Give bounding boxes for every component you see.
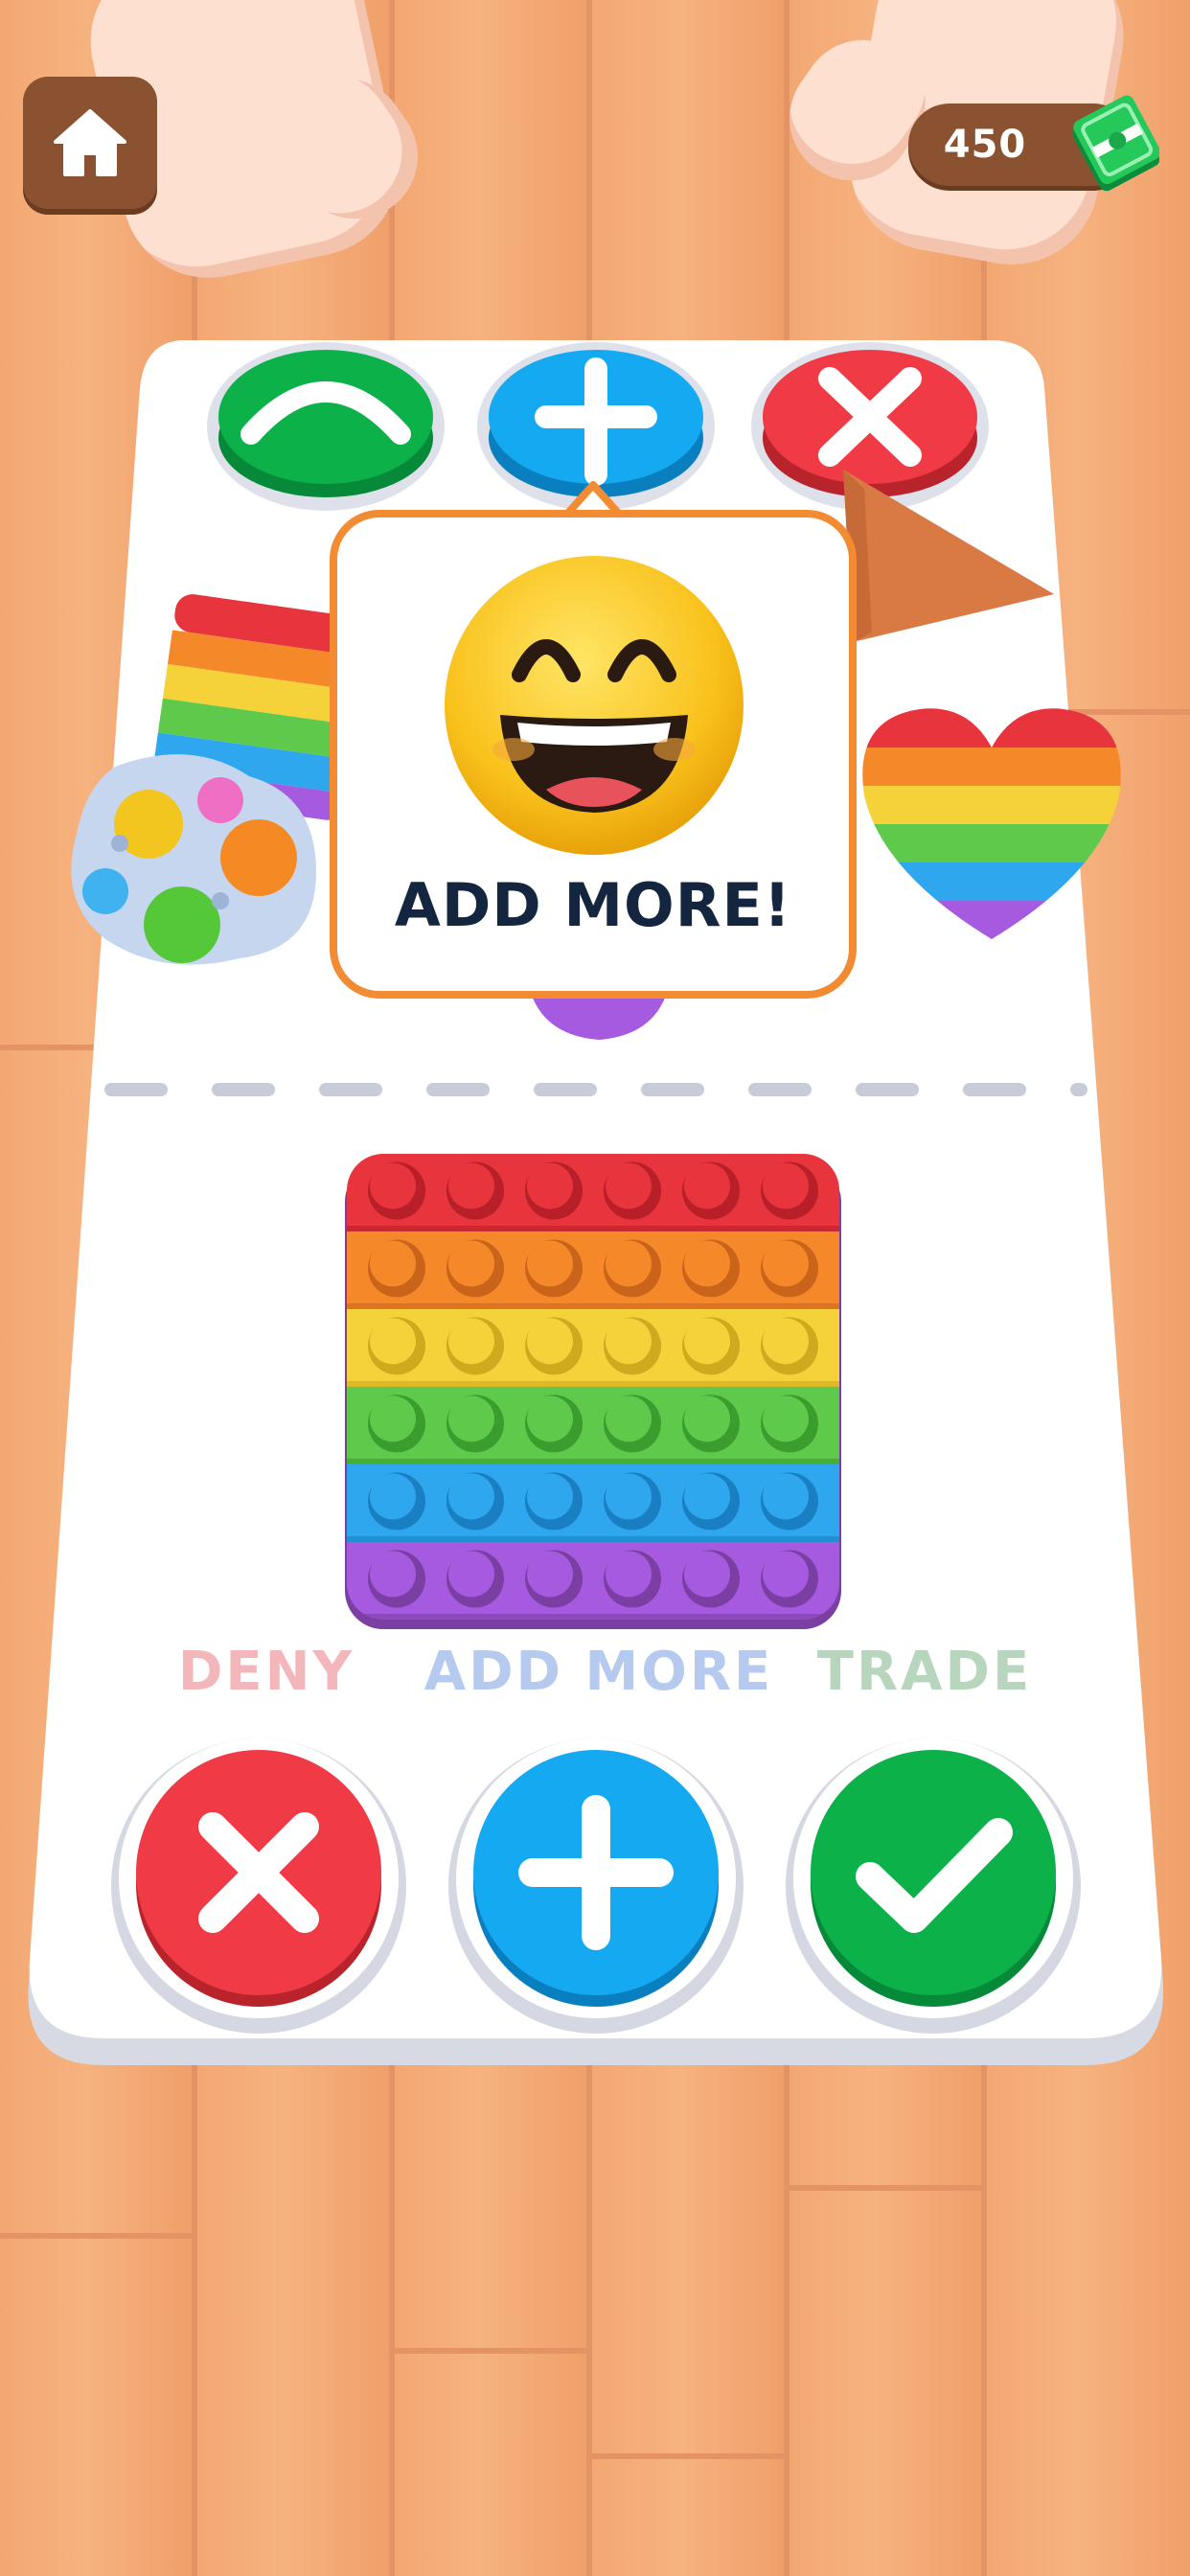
add-more-label: ADD MORE xyxy=(423,1641,774,1703)
popit-bubble-highlight xyxy=(370,1395,416,1442)
popit-row-shadow xyxy=(347,1381,839,1387)
trade-button[interactable] xyxy=(782,1733,1085,2036)
popit-bubble-highlight xyxy=(763,1162,809,1209)
popit-bubble-highlight xyxy=(606,1162,652,1209)
opponent-accept-button xyxy=(207,342,445,511)
popit-row-shadow xyxy=(347,1614,839,1620)
grinning-emoji-icon xyxy=(445,556,744,855)
popit-row-shadow xyxy=(347,1226,839,1231)
popit-bubble-highlight xyxy=(448,1395,494,1442)
popit-bubble-highlight xyxy=(684,1473,730,1520)
popit-bubble-highlight xyxy=(606,1551,652,1598)
popit-bubble-highlight xyxy=(527,1162,573,1209)
popit-bubble-highlight xyxy=(370,1551,416,1598)
floor-seam xyxy=(790,2185,987,2191)
deny-button[interactable] xyxy=(107,1733,410,2036)
popit-bubble-highlight xyxy=(684,1162,730,1209)
popit-bubble-highlight xyxy=(606,1395,652,1442)
popup-message: ADD MORE! xyxy=(394,870,792,940)
popit-bubble-highlight xyxy=(370,1318,416,1365)
popit-bubble-highlight xyxy=(370,1473,416,1520)
currency-value: 450 xyxy=(943,123,1027,167)
game-scene: ADD MORE! DENY ADD MORE TRADE 450 xyxy=(0,0,1190,2576)
popit-bubble-highlight xyxy=(763,1395,809,1442)
popit-bubble-highlight xyxy=(370,1240,416,1287)
popit-bubble-highlight xyxy=(763,1318,809,1365)
floor-seam xyxy=(0,2233,197,2239)
popit-bubble-highlight xyxy=(448,1240,494,1287)
player-rainbow-square-popit[interactable] xyxy=(341,1148,845,1629)
popit-bubble-highlight xyxy=(684,1551,730,1598)
popit-bubble-highlight xyxy=(527,1240,573,1287)
popit-bubble-highlight xyxy=(606,1318,652,1365)
popit-bubble-highlight xyxy=(448,1551,494,1598)
popit-row-shadow xyxy=(347,1303,839,1309)
popit-bubble-highlight xyxy=(606,1240,652,1287)
add-more-button[interactable] xyxy=(445,1733,747,2036)
home-button[interactable] xyxy=(23,77,157,209)
popit-bubble-highlight xyxy=(684,1395,730,1442)
popit-bubble-highlight xyxy=(448,1473,494,1520)
popit-bubble-highlight xyxy=(527,1395,573,1442)
floor-seam xyxy=(592,2453,790,2459)
deny-label: DENY xyxy=(177,1641,355,1703)
popit-bubble-highlight xyxy=(370,1162,416,1209)
offered-heart-popit xyxy=(862,708,1121,939)
offered-simple-dimple xyxy=(71,754,317,965)
popit-bubble-highlight xyxy=(527,1318,573,1365)
cash-icon xyxy=(1073,95,1159,192)
popit-row-shadow xyxy=(347,1536,839,1542)
popit-bubble-highlight xyxy=(763,1551,809,1598)
trade-label: TRADE xyxy=(816,1641,1033,1703)
popit-bubble-highlight xyxy=(684,1240,730,1287)
popit-bubble-highlight xyxy=(763,1240,809,1287)
popit-bubble-highlight xyxy=(448,1318,494,1365)
home-icon xyxy=(54,109,126,176)
popit-row-shadow xyxy=(347,1459,839,1464)
floor-seam xyxy=(395,2348,592,2354)
popit-bubble-highlight xyxy=(763,1473,809,1520)
popit-bubble-highlight xyxy=(684,1318,730,1365)
popit-bubble-highlight xyxy=(527,1551,573,1598)
popit-bubble-highlight xyxy=(606,1473,652,1520)
popit-bubble-highlight xyxy=(448,1162,494,1209)
popit-bubble-highlight xyxy=(527,1473,573,1520)
